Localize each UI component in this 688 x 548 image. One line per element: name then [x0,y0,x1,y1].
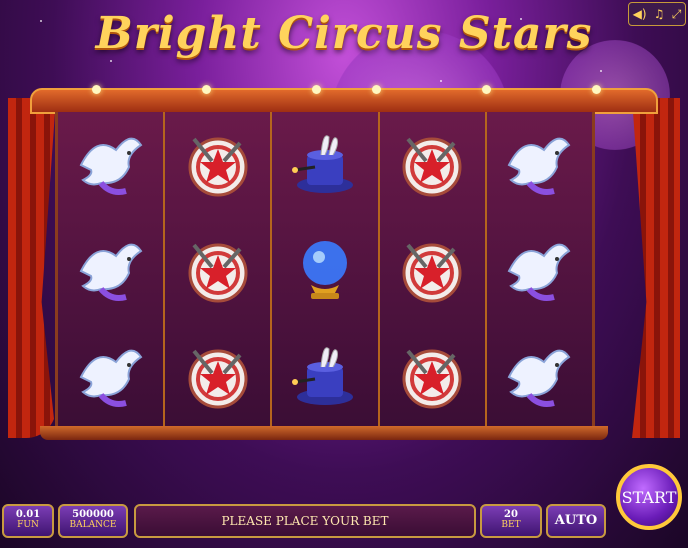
balance-display: 500000 BALANCE [58,504,128,538]
bet-label: BET [501,520,521,530]
coin-value: 0.01 [15,509,41,520]
target-symbol [380,324,485,430]
crystal-ball-symbol [272,218,377,324]
target-symbol [380,218,485,324]
dove-symbol [487,324,592,430]
reel-frame-bottom [40,426,608,440]
auto-button[interactable]: AUTO [546,504,606,538]
dove-symbol [58,324,163,430]
system-bar: ◀) ♫ ⤢ [628,2,686,26]
target-symbol [380,112,485,218]
target-symbol [165,324,270,430]
reel-2 [165,112,273,430]
game-title: Bright Circus Stars [95,8,593,59]
reel-4 [380,112,487,430]
coin-label: FUN [17,520,39,530]
bet-value: 20 [504,509,518,520]
speaker-icon[interactable]: ◀) [633,7,647,21]
message-bar: PLEASE PLACE YOUR BET [134,504,476,538]
bet-button[interactable]: 20 BET [480,504,542,538]
fullscreen-icon[interactable]: ⤢ [672,7,682,22]
control-panel: 0.01 FUN 500000 BALANCE PLEASE PLACE YOU… [0,464,688,548]
music-note-icon[interactable]: ♫ [654,7,665,21]
reel-3 [272,112,380,430]
dove-symbol [487,218,592,324]
dove-symbol [58,218,163,324]
balance-value: 500000 [72,509,114,520]
reel-frame-top [30,85,658,114]
magic-hat-symbol [272,112,377,218]
target-symbol [165,218,270,324]
reel-1 [58,112,166,430]
dove-symbol [487,112,592,218]
target-symbol [165,112,270,218]
coin-value-button[interactable]: 0.01 FUN [2,504,54,538]
dove-symbol [58,112,163,218]
start-button[interactable]: START [616,464,682,530]
magic-hat-symbol [272,324,377,430]
reel-5 [487,112,592,430]
reels-area [55,112,595,430]
balance-label: BALANCE [69,520,117,530]
